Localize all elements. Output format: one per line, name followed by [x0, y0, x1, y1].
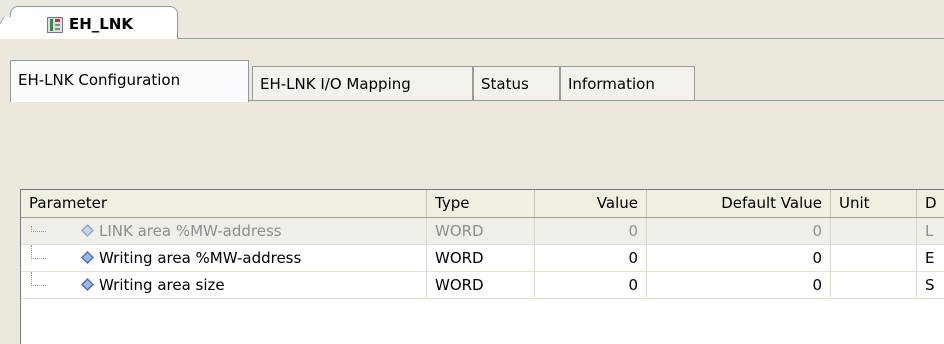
description-cell: E — [917, 245, 944, 271]
parameter-name: Writing area %MW-address — [99, 249, 302, 267]
type-cell: WORD — [427, 272, 535, 298]
value-cell[interactable]: 0 — [535, 272, 647, 298]
column-header-description[interactable]: D — [917, 190, 944, 217]
parameter-icon — [81, 251, 94, 264]
default-value-cell: 0 — [647, 245, 831, 271]
unit-cell — [831, 272, 917, 298]
column-header-type[interactable]: Type — [427, 190, 535, 217]
unit-cell — [831, 218, 917, 244]
grid-header: Parameter Type Value Default Value Unit … — [21, 190, 944, 218]
tab-baseline — [248, 100, 944, 101]
tree-connector — [31, 272, 46, 286]
editor-tab-label: EH_LNK — [69, 15, 134, 33]
description-cell: S — [917, 272, 944, 298]
tab-eh-lnk-configuration[interactable]: EH-LNK Configuration — [10, 60, 249, 102]
column-header-default-value[interactable]: Default Value — [647, 190, 831, 217]
editor-tab-eh-lnk[interactable]: EH_LNK — [0, 6, 178, 39]
tab-eh-lnk-io-mapping[interactable]: EH-LNK I/O Mapping — [252, 66, 473, 100]
parameter-cell: LINK area %MW-address — [21, 218, 427, 244]
description-cell: L — [917, 218, 944, 244]
parameter-grid: Parameter Type Value Default Value Unit … — [20, 189, 944, 344]
column-header-parameter[interactable]: Parameter — [21, 190, 427, 217]
parameter-name: LINK area %MW-address — [99, 222, 282, 240]
editor-tab-strip: EH_LNK — [0, 0, 944, 40]
editor-tab-slant — [0, 17, 25, 39]
value-cell[interactable]: 0 — [535, 245, 647, 271]
column-header-unit[interactable]: Unit — [831, 190, 917, 217]
tree-connector — [31, 245, 46, 259]
tab-information[interactable]: Information — [560, 66, 695, 100]
unit-cell — [831, 245, 917, 271]
table-row[interactable]: Writing area size WORD 0 0 S — [21, 272, 944, 299]
tab-label: EH-LNK I/O Mapping — [260, 75, 411, 93]
tab-label: Status — [481, 75, 529, 93]
column-header-value[interactable]: Value — [535, 190, 647, 217]
default-value-cell: 0 — [647, 218, 831, 244]
tab-label: EH-LNK Configuration — [18, 71, 181, 89]
tab-label: Information — [568, 75, 655, 93]
parameter-icon — [81, 278, 94, 291]
parameter-cell: Writing area %MW-address — [21, 245, 427, 271]
default-value-cell: 0 — [647, 272, 831, 298]
table-row[interactable]: Writing area %MW-address WORD 0 0 E — [21, 245, 944, 272]
tree-connector — [31, 226, 46, 232]
type-cell: WORD — [427, 218, 535, 244]
parameter-cell: Writing area size — [21, 272, 427, 298]
parameter-name: Writing area size — [99, 276, 225, 294]
table-row[interactable]: LINK area %MW-address WORD 0 0 L — [21, 218, 944, 245]
tab-status[interactable]: Status — [473, 66, 560, 100]
parameter-icon — [81, 224, 94, 237]
value-cell[interactable]: 0 — [535, 218, 647, 244]
device-module-icon — [47, 17, 63, 33]
editor-tab-right-edge — [177, 15, 178, 39]
type-cell: WORD — [427, 245, 535, 271]
